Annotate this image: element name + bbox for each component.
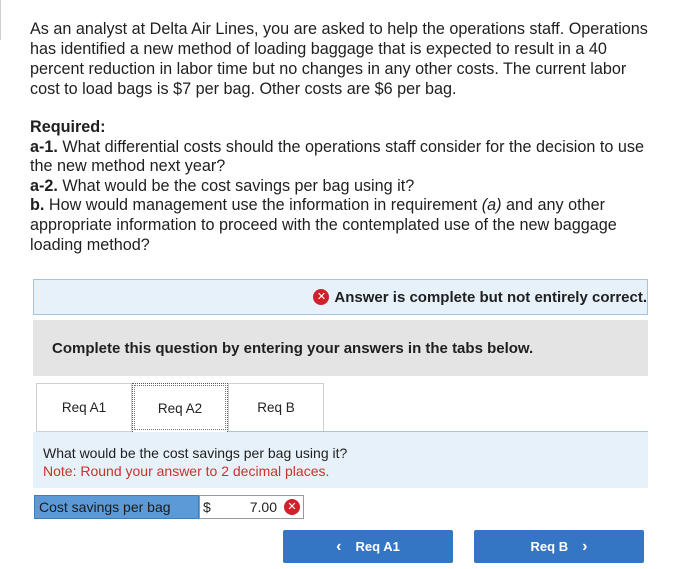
problem-intro: As an analyst at Delta Air Lines, you ar… [30,20,648,98]
req-a2-label: a-2. [30,176,58,195]
cost-savings-input[interactable]: $ 7.00 ✕ [199,495,304,519]
req-a2-text: What would be the cost savings per bag u… [57,176,415,195]
incorrect-x-icon: ✕ [284,499,300,515]
requirement-tabs: Req A1 Req A2 Req B [36,383,324,432]
requirement-a1: a-1. What differential costs should the … [30,138,650,177]
prev-req-a1-button[interactable]: ‹ Req A1 [283,530,453,563]
answer-label: Cost savings per bag [34,495,199,519]
answer-status-banner: ✕ Answer is complete but not entirely co… [33,279,648,315]
instructions-box: Complete this question by entering your … [33,320,648,376]
tab-label: Req A2 [157,400,203,416]
answer-value: 7.00 [249,499,277,515]
tab-label: Req A1 [61,400,107,415]
chevron-left-icon: ‹ [336,537,342,555]
req-b-label: b. [30,196,45,215]
next-req-b-button[interactable]: Req B › [474,530,644,563]
question-text: What would be the cost savings per bag u… [43,445,348,461]
question-note: Note: Round your answer to 2 decimal pla… [43,463,330,479]
required-heading: Required: [30,118,106,136]
requirement-a2: a-2. What would be the cost savings per … [30,177,650,197]
req-b-text-1: How would management use the information… [44,196,482,215]
next-button-label: Req B [530,539,569,554]
answer-row: Cost savings per bag $ 7.00 ✕ [34,495,304,519]
x-circle-icon: ✕ [313,289,330,305]
req-a1-text: What differential costs should the opera… [30,137,644,176]
currency-symbol: $ [203,499,211,515]
tab-req-b[interactable]: Req B [228,383,324,432]
requirement-b: b. How would management use the informat… [30,196,650,255]
question-box: What would be the cost savings per bag u… [33,432,648,488]
req-b-text-em: (a) [481,196,502,215]
req-a1-label: a-1. [30,137,58,156]
prev-button-label: Req A1 [355,539,400,554]
page-edge-rule [0,0,1,40]
tab-req-a1[interactable]: Req A1 [36,383,132,432]
instructions-text: Complete this question by entering your … [52,339,534,357]
tab-req-a2[interactable]: Req A2 [132,383,228,432]
answer-status-text: Answer is complete but not entirely corr… [334,288,647,306]
requirements: Required: a-1. What differential costs s… [30,118,650,255]
tab-label: Req B [257,400,295,415]
chevron-right-icon: › [582,537,588,555]
